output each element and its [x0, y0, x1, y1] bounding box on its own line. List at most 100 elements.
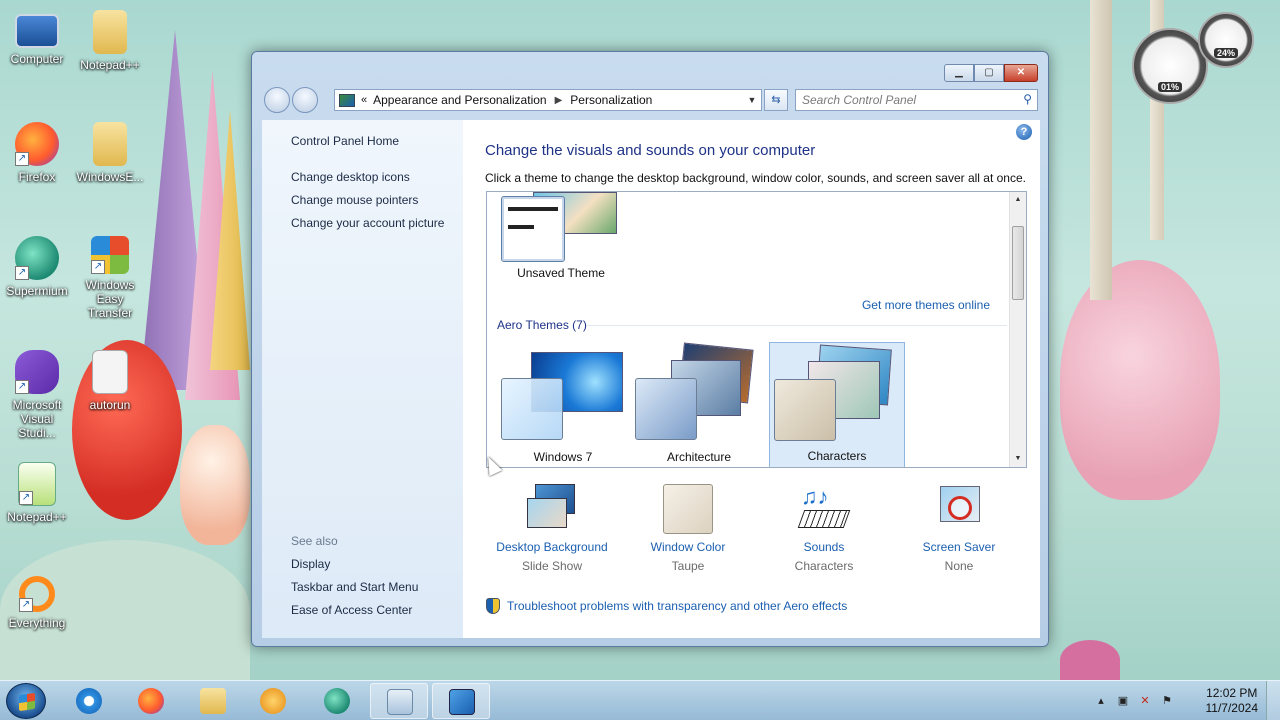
cpu-gauge: 01%	[1132, 28, 1208, 104]
desktop-background-icon	[527, 484, 577, 534]
search-icon[interactable]: ⚲	[1023, 92, 1032, 106]
desktop-icon-notepadpp-2[interactable]: ↗ Notepad++	[1, 462, 73, 524]
search-input[interactable]: Search Control Panel ⚲	[795, 89, 1038, 111]
forward-button[interactable]	[292, 87, 318, 113]
navigation-buttons	[264, 87, 320, 113]
taskbar-start-menu-link[interactable]: Taskbar and Start Menu	[291, 580, 418, 594]
change-mouse-pointers-link[interactable]: Change mouse pointers	[291, 193, 418, 207]
get-more-themes-link[interactable]: Get more themes online	[862, 298, 990, 312]
show-desktop-button[interactable]	[1266, 681, 1280, 720]
folder-icon	[93, 10, 127, 54]
ease-of-access-link[interactable]: Ease of Access Center	[291, 603, 412, 617]
computer-icon	[15, 14, 59, 48]
chevron-down-icon[interactable]: ▼	[743, 95, 761, 105]
address-bar[interactable]: « Appearance and Personalization ▶ Perso…	[334, 89, 762, 111]
flag-icon[interactable]: ⚑	[1160, 694, 1174, 708]
display-link[interactable]: Display	[291, 557, 330, 571]
content-area: Control Panel Home Change desktop icons …	[262, 120, 1040, 638]
theme-list[interactable]: Unsaved Theme Get more themes online Aer…	[486, 191, 1027, 468]
start-button[interactable]	[6, 683, 46, 719]
desktop-background-setting[interactable]: Desktop Background Slide Show	[487, 484, 617, 573]
scroll-down-icon[interactable]: ▼	[1010, 451, 1026, 467]
close-button[interactable]: ✕	[1004, 64, 1038, 82]
folder-icon	[93, 122, 127, 166]
notepad-icon	[387, 689, 413, 715]
change-account-picture-link[interactable]: Change your account picture	[291, 216, 444, 230]
personalization-window: ▁ ▢ ✕ « Appearance and Personalization ▶…	[251, 51, 1049, 647]
sounds-setting[interactable]: ♫♪ Sounds Characters	[759, 484, 889, 573]
back-button[interactable]	[264, 87, 290, 113]
desktop-icon-autorun[interactable]: autorun	[74, 350, 146, 412]
control-panel-icon	[339, 93, 355, 107]
window-preview-icon	[501, 196, 565, 262]
screen-saver-icon	[934, 484, 984, 534]
clock[interactable]: 12:02 PM 11/7/2024	[1206, 686, 1259, 716]
theme-architecture[interactable]: Architecture	[631, 342, 767, 467]
taskbar-app-notepad[interactable]	[370, 683, 428, 719]
desktop-icon-firefox[interactable]: ↗ Firefox	[1, 122, 73, 184]
control-panel-icon	[449, 689, 475, 715]
scrollbar-thumb[interactable]	[1012, 226, 1024, 300]
maximize-button[interactable]: ▢	[974, 64, 1004, 82]
taskbar: ▴ ▣ ✕ ⚑ 12:02 PM 11/7/2024	[0, 680, 1280, 720]
window-color-setting[interactable]: Window Color Taupe	[623, 484, 753, 573]
theme-windows-7[interactable]: Windows 7	[495, 342, 631, 467]
sounds-icon: ♫♪	[797, 484, 851, 534]
window-controls: ▁ ▢ ✕	[944, 64, 1038, 82]
taskbar-app-control-panel[interactable]	[432, 683, 490, 719]
system-tray: ▴ ▣ ✕ ⚑ 12:02 PM 11/7/2024	[1090, 681, 1280, 720]
section-divider	[587, 325, 1007, 326]
change-desktop-icons-link[interactable]: Change desktop icons	[291, 170, 410, 184]
theme-unsaved[interactable]: Unsaved Theme	[493, 192, 629, 288]
desktop-icon-everything[interactable]: ↗ Everything	[1, 576, 73, 630]
action-center-icon[interactable]: ▣	[1116, 694, 1130, 708]
screen-saver-setting[interactable]: Screen Saver None	[894, 484, 1024, 573]
theme-list-scrollbar[interactable]: ▲ ▼	[1009, 192, 1026, 467]
memory-gauge: 24%	[1198, 12, 1254, 68]
firefox-icon	[138, 688, 164, 714]
taskbar-app-explorer[interactable]	[184, 683, 242, 719]
autorun-icon	[92, 350, 128, 394]
see-also-heading: See also	[291, 534, 338, 548]
aero-themes-heading: Aero Themes (7)	[497, 318, 587, 332]
volume-muted-icon[interactable]: ✕	[1138, 694, 1152, 708]
refresh-button[interactable]: ⇆	[764, 89, 788, 111]
breadcrumb-current[interactable]: Personalization	[570, 93, 652, 107]
file-explorer-icon	[200, 688, 226, 714]
desktop-icon-windowse[interactable]: WindowsE...	[74, 122, 146, 184]
supermium-icon	[324, 688, 350, 714]
troubleshoot-link[interactable]: Troubleshoot problems with transparency …	[486, 598, 847, 614]
window-preview-icon	[501, 378, 563, 440]
window-color-icon	[663, 484, 713, 534]
desktop-icon-notepadpp[interactable]: Notepad++	[74, 10, 146, 72]
theme-characters[interactable]: Characters	[769, 342, 905, 467]
firefox-icon: ↗	[15, 122, 59, 166]
left-pane: Control Panel Home Change desktop icons …	[262, 120, 463, 638]
show-hidden-icons-icon[interactable]: ▴	[1094, 694, 1108, 708]
notepadpp-icon: ↗	[18, 462, 56, 506]
breadcrumb-root[interactable]: Appearance and Personalization	[373, 93, 546, 107]
shield-icon	[486, 598, 500, 614]
minimize-button[interactable]: ▁	[944, 64, 974, 82]
window-preview-icon	[635, 378, 697, 440]
breadcrumb-overflow-icon[interactable]: «	[361, 94, 367, 106]
page-title: Change the visuals and sounds on your co…	[485, 142, 816, 159]
taskbar-app-supermium[interactable]	[308, 683, 366, 719]
help-icon[interactable]: ?	[1016, 124, 1032, 140]
desktop-icon-easy-transfer[interactable]: ↗ Windows Easy Transfer	[74, 236, 146, 320]
desktop-icon-supermium[interactable]: ↗ Supermium	[1, 236, 73, 298]
scroll-up-icon[interactable]: ▲	[1010, 192, 1026, 208]
control-panel-home-link[interactable]: Control Panel Home	[291, 134, 399, 148]
page-description: Click a theme to change the desktop back…	[485, 171, 1026, 185]
internet-explorer-icon	[76, 688, 102, 714]
media-player-icon	[260, 688, 286, 714]
taskbar-app-firefox[interactable]	[122, 683, 180, 719]
desktop-icon-visual-studio[interactable]: ↗ Microsoft Visual Studi...	[1, 350, 73, 440]
taskbar-app-ie[interactable]	[60, 683, 118, 719]
breadcrumb-separator-icon[interactable]: ▶	[555, 95, 563, 106]
cpu-meter-gadget[interactable]: 01% 24%	[1130, 10, 1260, 110]
everything-icon: ↗	[19, 576, 55, 612]
taskbar-app-media-player[interactable]	[244, 683, 302, 719]
desktop-icon-computer[interactable]: Computer	[1, 10, 73, 66]
windows-easy-transfer-icon: ↗	[91, 236, 129, 274]
